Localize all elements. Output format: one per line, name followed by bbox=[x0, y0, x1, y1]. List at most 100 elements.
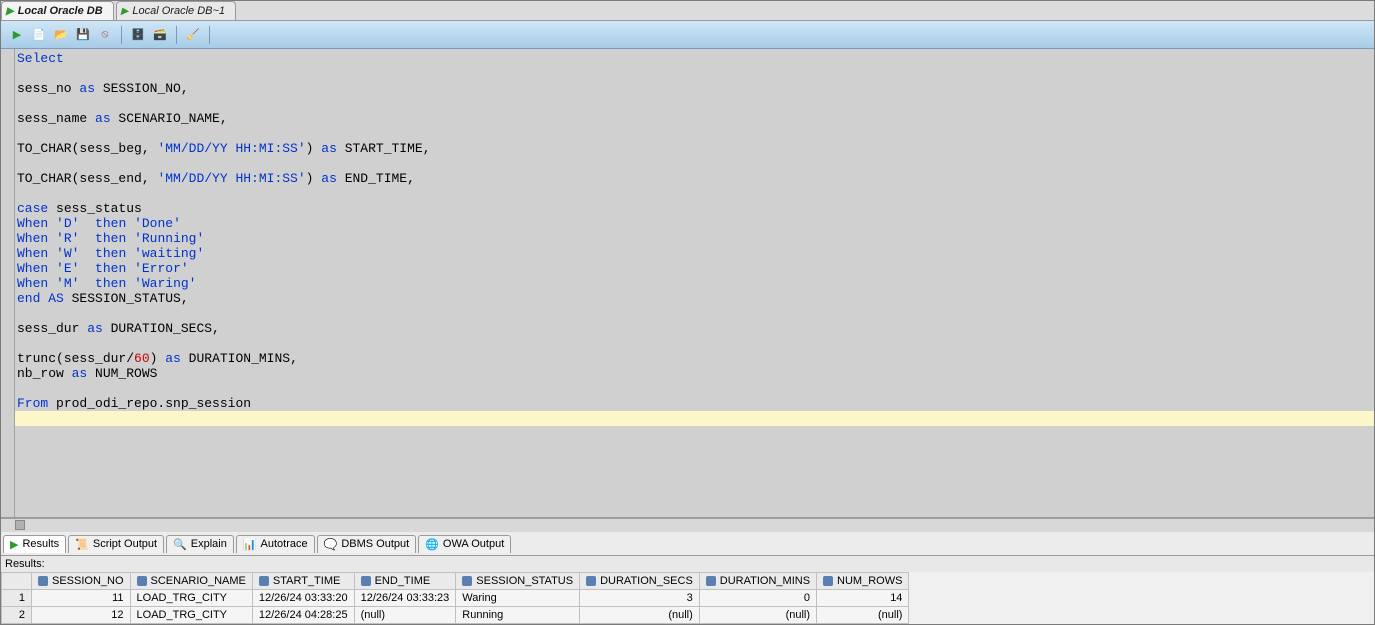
cell[interactable]: LOAD_TRG_CITY bbox=[130, 607, 252, 624]
column-header[interactable]: SESSION_NO bbox=[32, 573, 131, 590]
cell[interactable]: (null) bbox=[354, 607, 456, 624]
results-tab-dbms-output[interactable]: 🗨️DBMS Output bbox=[317, 535, 417, 553]
results-tab-label: OWA Output bbox=[443, 538, 504, 550]
editor-line: Select bbox=[15, 51, 1374, 66]
column-header[interactable]: SESSION_STATUS bbox=[456, 573, 580, 590]
cell[interactable]: (null) bbox=[580, 607, 700, 624]
tab-icon: 🔍 bbox=[173, 538, 187, 551]
editor-line bbox=[15, 306, 1374, 321]
cell[interactable]: (null) bbox=[817, 607, 909, 624]
results-tab-explain[interactable]: 🔍 Explain bbox=[166, 535, 234, 553]
tab-icon: 📜 bbox=[75, 538, 89, 551]
results-tab-owa-output[interactable]: 🌐 OWA Output bbox=[418, 535, 511, 553]
tab-label: Local Oracle DB~1 bbox=[132, 5, 225, 17]
editor-line: When 'M' then 'Waring' bbox=[15, 276, 1374, 291]
cell[interactable]: 12/26/24 03:33:20 bbox=[252, 590, 354, 607]
column-icon bbox=[137, 576, 147, 586]
column-label: SCENARIO_NAME bbox=[151, 575, 246, 587]
editor-line: When 'R' then 'Running' bbox=[15, 231, 1374, 246]
editor-line: sess_dur as DURATION_SECS, bbox=[15, 321, 1374, 336]
column-label: SESSION_NO bbox=[52, 575, 124, 587]
column-icon bbox=[259, 576, 269, 586]
column-icon bbox=[706, 576, 716, 586]
cell[interactable]: 3 bbox=[580, 590, 700, 607]
tab-icon: 🌐 bbox=[425, 538, 439, 551]
sql-editor[interactable]: Select sess_no as SESSION_NO, sess_name … bbox=[15, 49, 1374, 517]
run-button[interactable]: ▶ bbox=[7, 25, 27, 45]
save-button[interactable]: 💾 bbox=[73, 25, 93, 45]
row-number: 1 bbox=[2, 590, 32, 607]
cell[interactable]: 14 bbox=[817, 590, 909, 607]
results-tab-script-output[interactable]: 📜 Script Output bbox=[68, 535, 164, 553]
column-header[interactable]: END_TIME bbox=[354, 573, 456, 590]
commit-button[interactable]: 🗄️ bbox=[128, 25, 148, 45]
toolbar-separator bbox=[121, 26, 122, 44]
cancel-button[interactable]: ⦸ bbox=[95, 25, 115, 45]
results-tab-label: Explain bbox=[191, 538, 227, 550]
row-header-blank bbox=[2, 573, 32, 590]
column-label: END_TIME bbox=[375, 575, 431, 587]
results-tab-label: Autotrace bbox=[261, 538, 308, 550]
table-row[interactable]: 212LOAD_TRG_CITY12/26/24 04:28:25(null)R… bbox=[2, 607, 909, 624]
connection-tabs: ▶ Local Oracle DB ▶Local Oracle DB~1 bbox=[1, 1, 1374, 21]
editor-line: TO_CHAR(sess_beg, 'MM/DD/YY HH:MI:SS') a… bbox=[15, 141, 1374, 156]
cancel-icon: ⦸ bbox=[101, 28, 108, 41]
column-icon bbox=[823, 576, 833, 586]
eraser-icon: 🧹 bbox=[186, 28, 200, 41]
toolbar-separator bbox=[176, 26, 177, 44]
cell[interactable]: 12 bbox=[32, 607, 131, 624]
column-label: START_TIME bbox=[273, 575, 340, 587]
column-header[interactable]: SCENARIO_NAME bbox=[130, 573, 252, 590]
column-header[interactable]: NUM_ROWS bbox=[817, 573, 909, 590]
editor-line: case sess_status bbox=[15, 201, 1374, 216]
editor-line: sess_name as SCENARIO_NAME, bbox=[15, 111, 1374, 126]
sql-toolbar: ▶ 📄 📂 💾 ⦸ 🗄️ 🗃️ 🧹 bbox=[1, 21, 1374, 49]
results-tab-label: Script Output bbox=[93, 538, 157, 550]
app-root: ▶Local Oracle DB▶Local Oracle DB~1 ▶ 📄 📂… bbox=[0, 0, 1375, 625]
editor-line: trunc(sess_dur/60) as DURATION_MINS, bbox=[15, 351, 1374, 366]
connection-tab[interactable]: ▶ Local Oracle DB bbox=[1, 1, 114, 20]
cell[interactable]: 11 bbox=[32, 590, 131, 607]
editor-line bbox=[15, 126, 1374, 141]
cell[interactable]: Waring bbox=[456, 590, 580, 607]
editor-line bbox=[15, 186, 1374, 201]
cell[interactable]: Running bbox=[456, 607, 580, 624]
results-tab-autotrace[interactable]: 📊Autotrace bbox=[236, 535, 315, 553]
editor-line: TO_CHAR(sess_end, 'MM/DD/YY HH:MI:SS') a… bbox=[15, 171, 1374, 186]
results-tab-label: DBMS Output bbox=[341, 538, 409, 550]
results-tabs: ▶Results 📜 Script Output 🔍 Explain 📊Autotrace… bbox=[1, 532, 1374, 556]
editor-gutter bbox=[1, 49, 15, 517]
clear-button[interactable]: 🧹 bbox=[183, 25, 203, 45]
cell[interactable]: 12/26/24 03:33:23 bbox=[354, 590, 456, 607]
editor-line bbox=[15, 336, 1374, 351]
results-tab-label: Results bbox=[22, 538, 59, 550]
column-header[interactable]: START_TIME bbox=[252, 573, 354, 590]
cell[interactable]: (null) bbox=[699, 607, 816, 624]
editor-line: sess_no as SESSION_NO, bbox=[15, 81, 1374, 96]
column-icon bbox=[462, 576, 472, 586]
column-header[interactable]: DURATION_MINS bbox=[699, 573, 816, 590]
results-tab-results[interactable]: ▶Results bbox=[3, 535, 66, 553]
rollback-button[interactable]: 🗃️ bbox=[150, 25, 170, 45]
scrollbar-thumb[interactable] bbox=[15, 520, 25, 530]
connection-tab[interactable]: ▶Local Oracle DB~1 bbox=[116, 1, 236, 20]
horizontal-scrollbar[interactable] bbox=[1, 518, 1374, 532]
open-button[interactable]: 📂 bbox=[51, 25, 71, 45]
db-rollback-icon: 🗃️ bbox=[153, 28, 167, 41]
cell[interactable]: LOAD_TRG_CITY bbox=[130, 590, 252, 607]
editor-line: end AS SESSION_STATUS, bbox=[15, 291, 1374, 306]
folder-open-icon: 📂 bbox=[54, 28, 68, 41]
results-table[interactable]: SESSION_NO SCENARIO_NAME START_TIME END_TIM… bbox=[1, 572, 909, 624]
tab-label: Local Oracle DB bbox=[18, 5, 103, 17]
column-header[interactable]: DURATION_SECS bbox=[580, 573, 700, 590]
editor-line bbox=[15, 381, 1374, 396]
new-worksheet-button[interactable]: 📄 bbox=[29, 25, 49, 45]
tab-icon: 🗨️ bbox=[324, 538, 338, 551]
cell[interactable]: 0 bbox=[699, 590, 816, 607]
editor-line: From prod_odi_repo.snp_session bbox=[15, 396, 1374, 411]
play-icon: ▶ bbox=[6, 6, 14, 17]
column-label: SESSION_STATUS bbox=[476, 575, 573, 587]
results-panel: ▶Results 📜 Script Output 🔍 Explain 📊Autotrace… bbox=[1, 532, 1374, 624]
cell[interactable]: 12/26/24 04:28:25 bbox=[252, 607, 354, 624]
table-row[interactable]: 111LOAD_TRG_CITY12/26/24 03:33:2012/26/2… bbox=[2, 590, 909, 607]
